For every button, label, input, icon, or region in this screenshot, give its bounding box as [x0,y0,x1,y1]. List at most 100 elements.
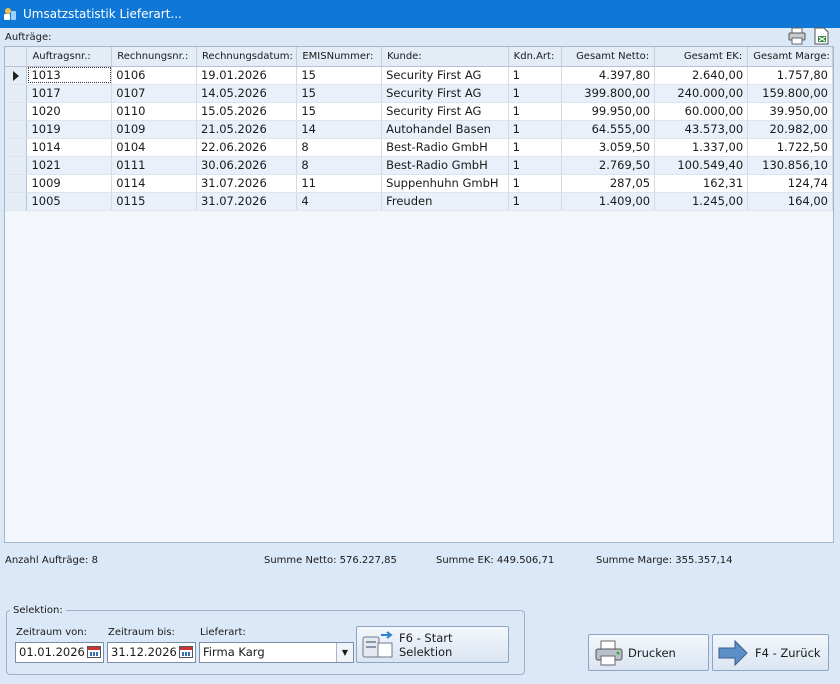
cell-kdn-art[interactable]: 1 [508,102,563,121]
cell-gesamt-ek[interactable]: 240.000,00 [654,84,749,103]
cell-gesamt-netto[interactable]: 287,05 [561,174,656,193]
cell-auftragsnr[interactable]: 1017 [26,84,113,103]
col-gesamt-ek[interactable]: Gesamt EK: [654,47,749,67]
row-indicator[interactable] [5,192,28,211]
table-row[interactable]: 1021 0111 30.06.2026 8 Best-Radio GmbH 1… [5,156,833,175]
cell-gesamt-marge[interactable]: 164,00 [747,192,833,211]
col-gesamt-netto[interactable]: Gesamt Netto: [561,47,656,67]
cell-gesamt-marge[interactable]: 20.982,00 [747,120,833,139]
cell-gesamt-netto[interactable]: 64.555,00 [561,120,656,139]
cell-gesamt-marge[interactable]: 1.722,50 [747,138,833,157]
cell-emisnummer[interactable]: 15 [296,66,383,85]
table-row[interactable]: 1005 0115 31.07.2026 4 Freuden 1 1.409,0… [5,192,833,211]
cell-kunde[interactable]: Security First AG [381,66,509,85]
cell-kunde[interactable]: Security First AG [381,84,509,103]
cell-gesamt-ek[interactable]: 100.549,40 [654,156,749,175]
cell-auftragsnr[interactable]: 1020 [26,102,113,121]
col-rechnungsnr[interactable]: Rechnungsnr.: [111,47,197,67]
cell-auftragsnr[interactable]: 1013 [26,66,113,85]
cell-kunde[interactable]: Best-Radio GmbH [381,156,509,175]
table-row[interactable]: 1013 0106 19.01.2026 15 Security First A… [5,66,833,85]
cell-kunde[interactable]: Freuden [381,192,509,211]
cell-rechnungsnr[interactable]: 0104 [111,138,197,157]
cell-kunde[interactable]: Suppenhuhn GmbH [381,174,509,193]
table-row[interactable]: 1019 0109 21.05.2026 14 Autohandel Basen… [5,120,833,139]
row-indicator[interactable] [5,174,28,193]
calendar-icon[interactable] [87,646,101,658]
col-kdn-art[interactable]: Kdn.Art: [508,47,563,67]
cell-auftragsnr[interactable]: 1005 [26,192,113,211]
cell-rechnungsnr[interactable]: 0106 [111,66,197,85]
cell-kunde[interactable]: Best-Radio GmbH [381,138,509,157]
calendar-icon[interactable] [179,646,193,658]
cell-emisnummer[interactable]: 15 [296,84,383,103]
cell-kdn-art[interactable]: 1 [508,138,563,157]
cell-gesamt-netto[interactable]: 4.397,80 [561,66,656,85]
cell-gesamt-ek[interactable]: 43.573,00 [654,120,749,139]
cell-rechnungsdatum[interactable]: 31.07.2026 [196,174,298,193]
cell-gesamt-netto[interactable]: 2.769,50 [561,156,656,175]
printer-icon[interactable] [788,27,806,45]
row-indicator[interactable] [5,156,28,175]
chevron-down-icon[interactable]: ▼ [336,643,353,662]
print-button[interactable]: Drucken [588,634,709,671]
table-row[interactable]: 1020 0110 15.05.2026 15 Security First A… [5,102,833,121]
cell-gesamt-ek[interactable]: 2.640,00 [654,66,749,85]
cell-auftragsnr[interactable]: 1009 [26,174,113,193]
cell-kdn-art[interactable]: 1 [508,66,563,85]
cell-emisnummer[interactable]: 4 [296,192,383,211]
cell-emisnummer[interactable]: 11 [296,174,383,193]
cell-gesamt-netto[interactable]: 99.950,00 [561,102,656,121]
date-from-field[interactable]: 01.01.2026 [15,642,104,663]
cell-gesamt-netto[interactable]: 1.409,00 [561,192,656,211]
cell-gesamt-netto[interactable]: 3.059,50 [561,138,656,157]
start-selection-button[interactable]: F6 - Start Selektion [356,626,509,663]
cell-kunde[interactable]: Autohandel Basen [381,120,509,139]
cell-auftragsnr[interactable]: 1021 [26,156,113,175]
cell-rechnungsdatum[interactable]: 21.05.2026 [196,120,298,139]
cell-auftragsnr[interactable]: 1014 [26,138,113,157]
cell-rechnungsdatum[interactable]: 14.05.2026 [196,84,298,103]
cell-gesamt-marge[interactable]: 124,74 [747,174,833,193]
cell-gesamt-ek[interactable]: 1.245,00 [654,192,749,211]
col-rechnungsdatum[interactable]: Rechnungsdatum: [196,47,298,67]
row-indicator[interactable] [5,66,28,85]
cell-gesamt-ek[interactable]: 60.000,00 [654,102,749,121]
excel-export-icon[interactable] [812,27,830,45]
table-row[interactable]: 1014 0104 22.06.2026 8 Best-Radio GmbH 1… [5,138,833,157]
cell-kdn-art[interactable]: 1 [508,120,563,139]
cell-kdn-art[interactable]: 1 [508,174,563,193]
cell-auftragsnr[interactable]: 1019 [26,120,113,139]
col-gesamt-marge[interactable]: Gesamt Marge: [747,47,833,67]
table-row[interactable]: 1009 0114 31.07.2026 11 Suppenhuhn GmbH … [5,174,833,193]
cell-rechnungsdatum[interactable]: 22.06.2026 [196,138,298,157]
cell-rechnungsnr[interactable]: 0107 [111,84,197,103]
cell-rechnungsdatum[interactable]: 19.01.2026 [196,66,298,85]
date-to-field[interactable]: 31.12.2026 [107,642,196,663]
cell-emisnummer[interactable]: 8 [296,138,383,157]
cell-emisnummer[interactable]: 8 [296,156,383,175]
cell-rechnungsnr[interactable]: 0109 [111,120,197,139]
cell-gesamt-ek[interactable]: 1.337,00 [654,138,749,157]
table-row[interactable]: 1017 0107 14.05.2026 15 Security First A… [5,84,833,103]
cell-rechnungsnr[interactable]: 0114 [111,174,197,193]
cell-gesamt-ek[interactable]: 162,31 [654,174,749,193]
cell-rechnungsnr[interactable]: 0115 [111,192,197,211]
cell-rechnungsnr[interactable]: 0111 [111,156,197,175]
cell-gesamt-marge[interactable]: 130.856,10 [747,156,833,175]
cell-gesamt-marge[interactable]: 39.950,00 [747,102,833,121]
cell-kdn-art[interactable]: 1 [508,156,563,175]
orders-grid[interactable]: Auftragsnr.: Rechnungsnr.: Rechnungsdatu… [4,46,834,543]
cell-rechnungsdatum[interactable]: 15.05.2026 [196,102,298,121]
cell-kunde[interactable]: Security First AG [381,102,509,121]
cell-gesamt-netto[interactable]: 399.800,00 [561,84,656,103]
cell-rechnungsdatum[interactable]: 31.07.2026 [196,192,298,211]
back-button[interactable]: F4 - Zurück [712,634,829,671]
cell-gesamt-marge[interactable]: 159.800,00 [747,84,833,103]
delivery-type-select[interactable]: Firma Karg ▼ [199,642,354,663]
row-indicator[interactable] [5,84,28,103]
cell-kdn-art[interactable]: 1 [508,84,563,103]
col-emisnummer[interactable]: EMISNummer: [296,47,383,67]
row-indicator[interactable] [5,102,28,121]
cell-rechnungsnr[interactable]: 0110 [111,102,197,121]
